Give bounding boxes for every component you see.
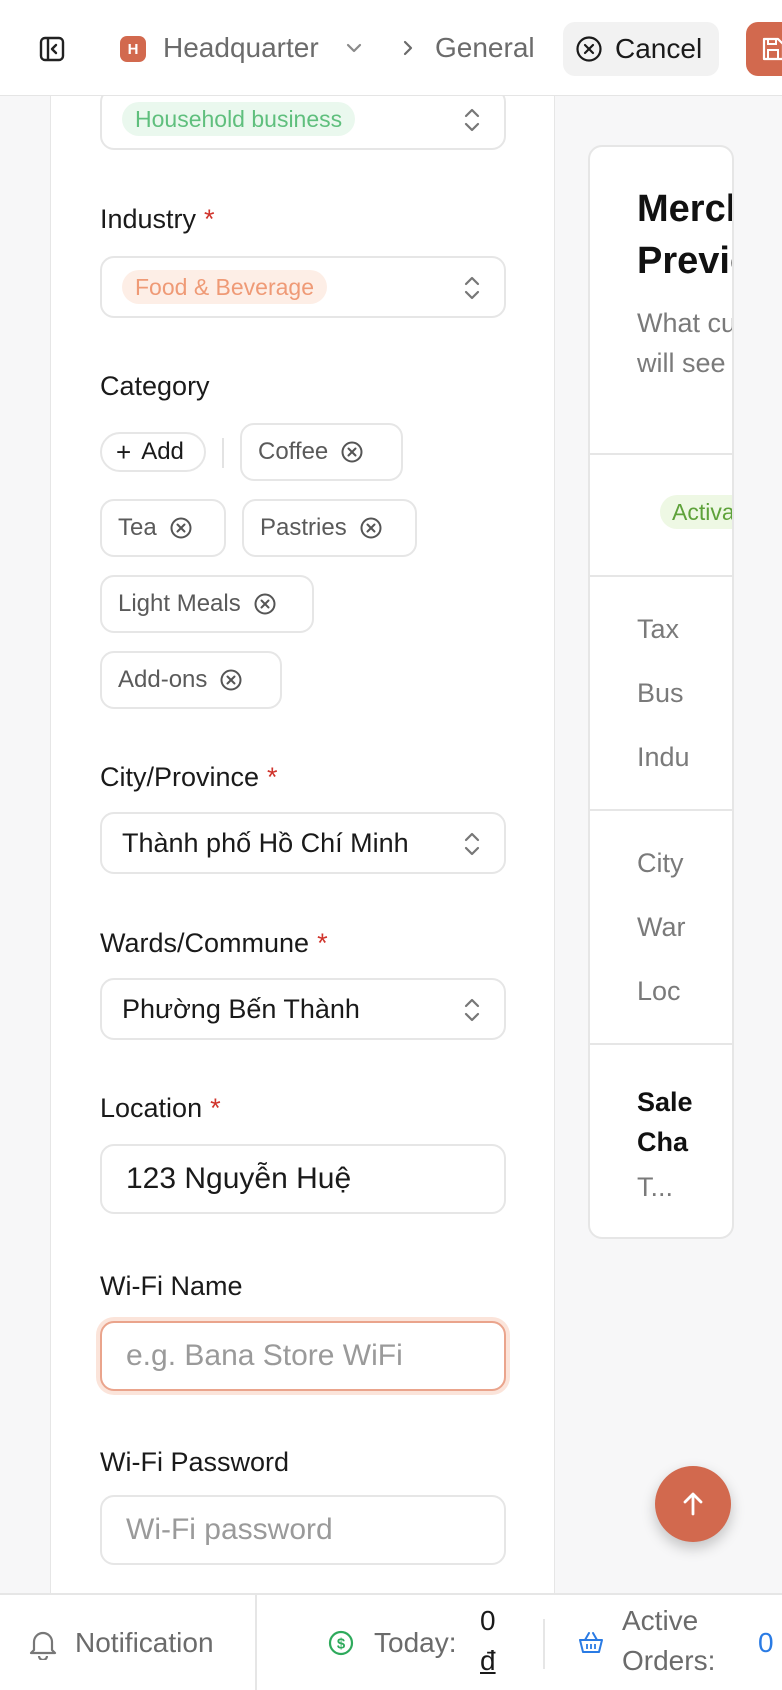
ward-label: Wards/Commune *	[100, 928, 328, 958]
active-orders-label-1: Active	[622, 1605, 699, 1636]
chip-label: Light Meals	[118, 590, 241, 617]
category-chip-add-ons[interactable]: Add-ons	[100, 651, 282, 709]
basket-icon	[579, 1632, 603, 1653]
merchant-preview-card: Merchant Preview What customers will see…	[588, 145, 734, 1239]
location-input[interactable]	[100, 1144, 506, 1214]
preview-sales-channel-heading: Sale Cha	[637, 1087, 693, 1157]
category-chip-coffee[interactable]: Coffee	[240, 423, 403, 481]
preview-row-industry: Indu	[637, 742, 690, 772]
top-bar: H Headquarter General Cancel	[0, 0, 782, 96]
city-value: Thành phố Hồ Chí Minh	[122, 828, 409, 858]
footer-divider	[543, 1619, 545, 1669]
business-type-select[interactable]: Household business	[100, 96, 506, 150]
merchant-form: Household business Industry * Food & Beve…	[50, 96, 555, 1593]
status-badge: Activated	[660, 495, 732, 529]
svg-text:$: $	[337, 1636, 346, 1653]
city-select[interactable]: Thành phố Hồ Chí Minh	[100, 812, 506, 874]
business-type-value: Household business	[122, 102, 356, 136]
wifi-password-input[interactable]	[100, 1495, 506, 1565]
scroll-to-top-button[interactable]	[655, 1466, 731, 1542]
chip-label: Add-ons	[118, 666, 208, 693]
footer-divider	[255, 1595, 257, 1690]
category-chip-pastries[interactable]: Pastries	[242, 499, 417, 557]
preview-row-city: City	[637, 848, 684, 878]
category-chip-light-meals[interactable]: Light Meals	[100, 575, 314, 633]
chevron-up-down-icon	[464, 108, 480, 132]
wifi-name-label: Wi-Fi Name	[100, 1271, 243, 1301]
city-label: City/Province *	[100, 762, 278, 792]
preview-subtitle: What customers will see	[637, 308, 734, 378]
divider	[590, 453, 732, 455]
industry-label: Industry *	[100, 204, 215, 234]
org-avatar[interactable]: H	[120, 36, 146, 62]
category-label: Category	[100, 371, 210, 401]
add-label: Add	[141, 438, 184, 465]
chevron-up-down-icon	[464, 276, 480, 300]
wifi-name-input[interactable]	[100, 1321, 506, 1391]
plus-icon: +	[116, 436, 132, 467]
today-label: Today:	[374, 1627, 457, 1658]
divider	[590, 809, 732, 811]
remove-chip-icon[interactable]	[219, 668, 243, 692]
preview-sales-channel-value: T...	[637, 1172, 674, 1202]
close-circle-icon	[576, 36, 602, 62]
today-currency: đ	[480, 1645, 496, 1676]
breadcrumb-general[interactable]: General	[435, 30, 535, 66]
cancel-button[interactable]: Cancel	[563, 22, 719, 76]
remove-chip-icon[interactable]	[253, 592, 277, 616]
save-icon	[762, 37, 782, 61]
chip-label: Tea	[118, 514, 157, 541]
remove-chip-icon[interactable]	[169, 516, 193, 540]
category-chip-tea[interactable]: Tea	[100, 499, 226, 557]
preview-title: Merchant Preview	[637, 188, 732, 282]
preview-row-business: Bus	[637, 678, 684, 708]
org-switcher[interactable]: Headquarter	[163, 30, 319, 66]
chip-label: Coffee	[258, 438, 329, 465]
status-bar: Notification $ Today: 0 đ Active Orders:…	[0, 1593, 782, 1690]
today-value: 0	[480, 1605, 496, 1636]
preview-row-tax: Tax	[637, 614, 680, 644]
wifi-password-label: Wi-Fi Password	[100, 1447, 290, 1477]
active-orders-label-2: Orders:	[622, 1645, 716, 1676]
bell-icon[interactable]	[28, 1628, 58, 1660]
remove-chip-icon[interactable]	[340, 440, 364, 464]
chip-divider	[222, 438, 224, 468]
preview-row-location: Loc	[637, 976, 681, 1006]
preview-row-ward: War	[637, 912, 686, 942]
industry-select[interactable]: Food & Beverage	[100, 256, 506, 318]
arrow-up-icon	[683, 1492, 703, 1516]
chevron-down-icon[interactable]	[344, 38, 364, 58]
cancel-label: Cancel	[615, 33, 703, 64]
sidebar-toggle-icon[interactable]	[38, 34, 68, 64]
active-orders-value[interactable]: 0	[758, 1627, 774, 1659]
chevron-right-icon	[398, 38, 418, 58]
remove-chip-icon[interactable]	[359, 516, 383, 540]
ward-select[interactable]: Phường Bến Thành	[100, 978, 506, 1040]
divider	[590, 1043, 732, 1045]
preview-panel: Merchant Preview What customers will see…	[555, 96, 782, 1593]
add-category-button[interactable]: + Add	[100, 432, 206, 472]
chip-label: Pastries	[260, 514, 347, 541]
dollar-circle-icon: $	[328, 1630, 354, 1656]
ward-value: Phường Bến Thành	[122, 994, 360, 1024]
notification-button[interactable]: Notification	[75, 1627, 214, 1659]
industry-value: Food & Beverage	[122, 270, 328, 304]
save-button[interactable]	[746, 22, 782, 76]
chevron-up-down-icon	[464, 832, 480, 856]
location-label: Location *	[100, 1093, 221, 1123]
divider	[590, 575, 732, 577]
chevron-up-down-icon	[464, 998, 480, 1022]
